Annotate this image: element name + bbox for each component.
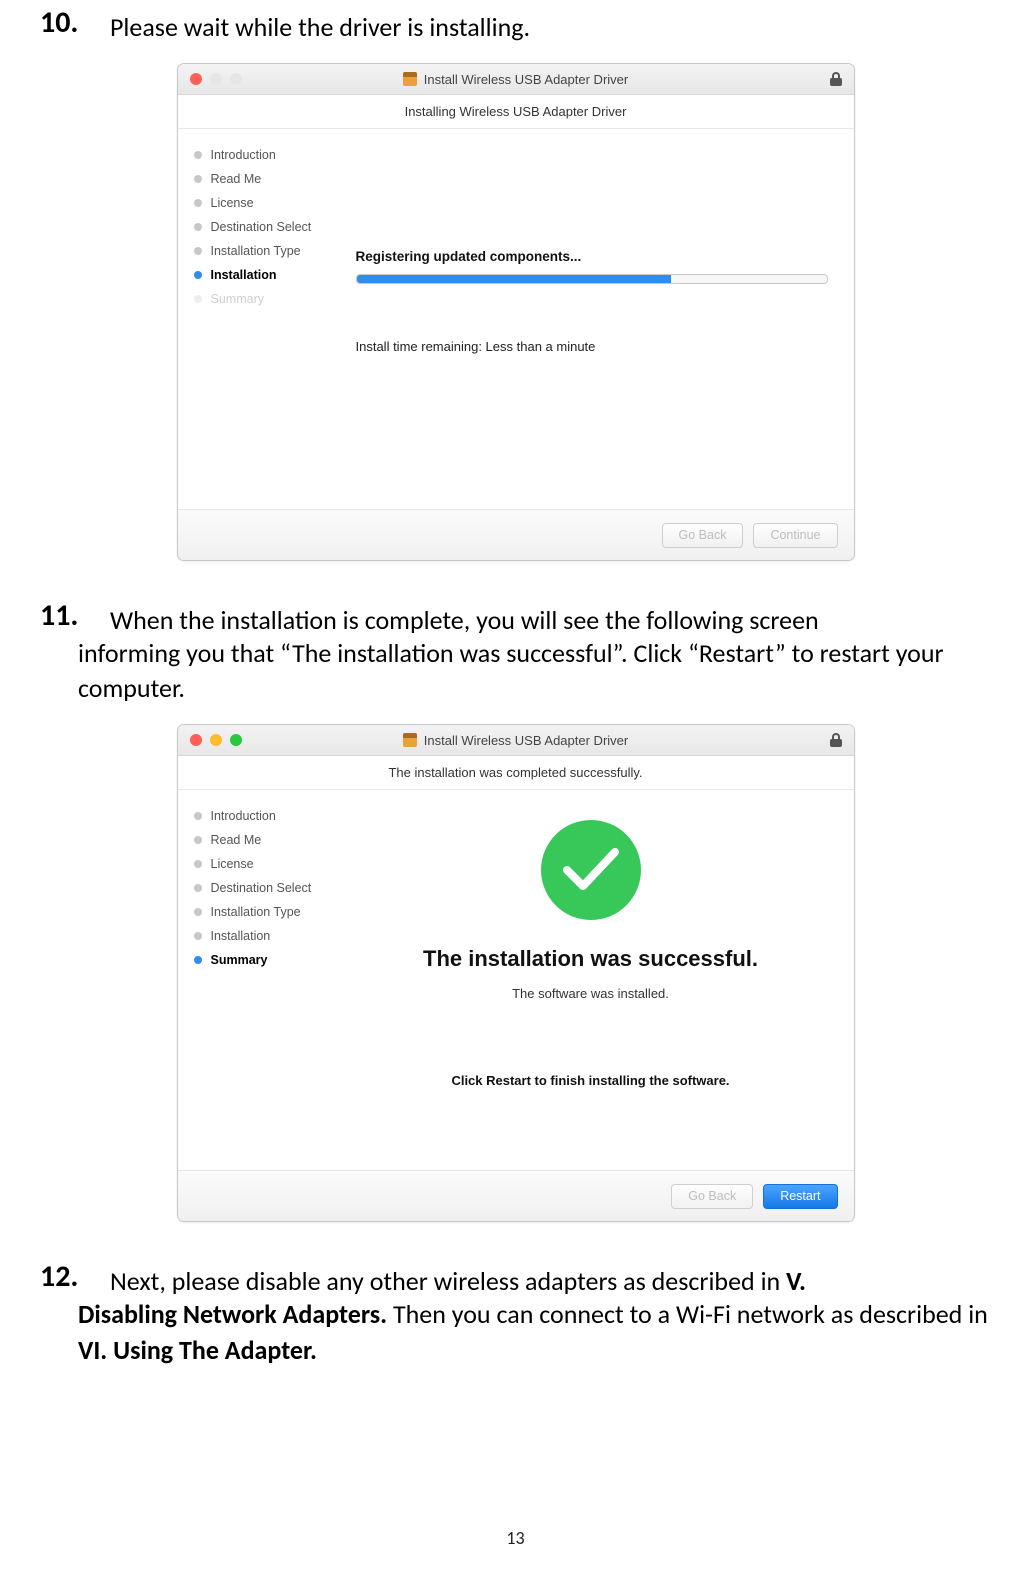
sidebar-item-install-type: Installation Type bbox=[194, 239, 350, 263]
step-text-continued: informing you that “The installation was… bbox=[40, 636, 991, 706]
success-footer-text: Click Restart to finish installing the s… bbox=[451, 1073, 729, 1088]
step-10: 10. Please wait while the driver is inst… bbox=[40, 6, 991, 45]
package-icon bbox=[403, 733, 417, 747]
titlebar: Install Wireless USB Adapter Driver bbox=[178, 64, 854, 95]
installer-footer: Go Back Continue bbox=[178, 509, 854, 560]
success-title: The installation was successful. bbox=[423, 946, 758, 972]
sidebar-item-installation: Installation bbox=[194, 263, 350, 287]
step-12: 12. Next, please disable any other wirel… bbox=[40, 1260, 991, 1367]
sidebar-item-introduction: Introduction bbox=[194, 143, 350, 167]
minimize-icon[interactable] bbox=[210, 734, 222, 746]
checkmark-icon bbox=[541, 820, 641, 920]
step-text: When the installation is complete, you w… bbox=[110, 599, 991, 638]
installer-window-installing: Install Wireless USB Adapter Driver Inst… bbox=[177, 63, 855, 561]
page-number: 13 bbox=[0, 1527, 1031, 1549]
step-number: 10. bbox=[40, 6, 110, 39]
sidebar-item-destination: Destination Select bbox=[194, 215, 350, 239]
installer-sidebar: Introduction Read Me License Destination… bbox=[178, 129, 350, 509]
continue-button[interactable]: Continue bbox=[753, 523, 837, 548]
installer-footer: Go Back Restart bbox=[178, 1170, 854, 1221]
sidebar-item-install-type: Installation Type bbox=[194, 900, 350, 924]
progress-bar bbox=[356, 274, 828, 284]
installer-sidebar: Introduction Read Me License Destination… bbox=[178, 790, 350, 1170]
figure-success: Install Wireless USB Adapter Driver The … bbox=[40, 724, 991, 1222]
maximize-icon[interactable] bbox=[230, 73, 242, 85]
step-number: 11. bbox=[40, 599, 110, 632]
go-back-button[interactable]: Go Back bbox=[671, 1184, 753, 1209]
sidebar-item-summary: Summary bbox=[194, 287, 350, 311]
success-subtitle: The software was installed. bbox=[512, 986, 669, 1001]
installer-window-success: Install Wireless USB Adapter Driver The … bbox=[177, 724, 855, 1222]
maximize-icon[interactable] bbox=[230, 734, 242, 746]
progress-status-text: Registering updated components... bbox=[356, 249, 826, 264]
step-11: 11. When the installation is complete, y… bbox=[40, 599, 991, 706]
minimize-icon[interactable] bbox=[210, 73, 222, 85]
step-text-continued: Disabling Network Adapters. Then you can… bbox=[40, 1297, 991, 1367]
window-title: Install Wireless USB Adapter Driver bbox=[424, 733, 628, 748]
sidebar-item-readme: Read Me bbox=[194, 167, 350, 191]
window-title: Install Wireless USB Adapter Driver bbox=[424, 72, 628, 87]
titlebar: Install Wireless USB Adapter Driver bbox=[178, 725, 854, 756]
window-subheader: Installing Wireless USB Adapter Driver bbox=[178, 95, 854, 129]
step-text: Next, please disable any other wireless … bbox=[110, 1260, 991, 1299]
sidebar-item-destination: Destination Select bbox=[194, 876, 350, 900]
sidebar-item-license: License bbox=[194, 852, 350, 876]
sidebar-item-installation: Installation bbox=[194, 924, 350, 948]
lock-icon bbox=[830, 72, 842, 86]
step-text: Please wait while the driver is installi… bbox=[110, 6, 991, 45]
sidebar-item-introduction: Introduction bbox=[194, 804, 350, 828]
lock-icon bbox=[830, 733, 842, 747]
go-back-button[interactable]: Go Back bbox=[662, 523, 744, 548]
sidebar-item-license: License bbox=[194, 191, 350, 215]
close-icon[interactable] bbox=[190, 734, 202, 746]
close-icon[interactable] bbox=[190, 73, 202, 85]
step-number: 12. bbox=[40, 1260, 110, 1293]
window-subheader: The installation was completed successfu… bbox=[178, 756, 854, 790]
package-icon bbox=[403, 72, 417, 86]
restart-button[interactable]: Restart bbox=[763, 1184, 837, 1209]
time-remaining-text: Install time remaining: Less than a minu… bbox=[356, 339, 826, 354]
sidebar-item-summary: Summary bbox=[194, 948, 350, 972]
sidebar-item-readme: Read Me bbox=[194, 828, 350, 852]
figure-installing: Install Wireless USB Adapter Driver Inst… bbox=[40, 63, 991, 561]
